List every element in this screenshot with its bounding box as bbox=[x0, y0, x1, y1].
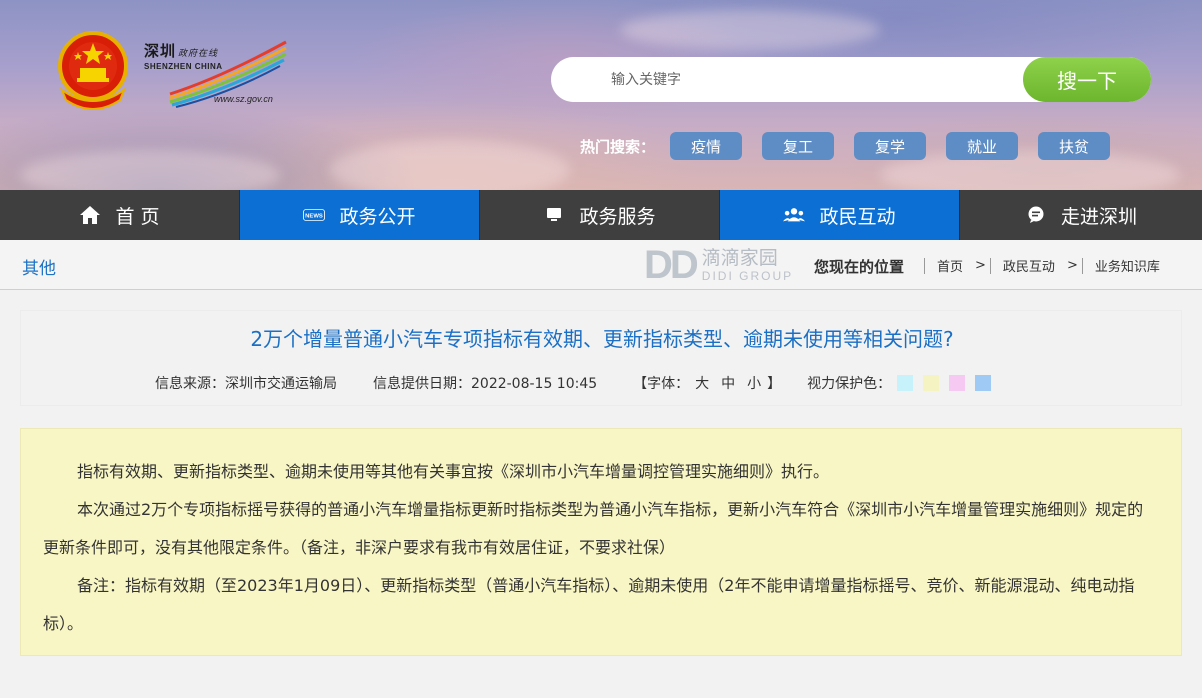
article-title: 2万个增量普通小汽车专项指标有效期、更新指标类型、逾期未使用等相关问题? bbox=[250, 327, 954, 351]
article-paragraph: 指标有效期、更新指标类型、逾期未使用等其他有关事宜按《深圳市小汽车增量调控管理实… bbox=[77, 462, 830, 481]
breadcrumb-separator: > bbox=[1066, 258, 1078, 273]
site-header: 深圳政府在线 SHENZHEN CHINA www.sz.gov.cn 搜一下 … bbox=[0, 0, 1202, 190]
eye-care-label: 视力保护色： bbox=[807, 376, 892, 392]
hot-search-tag[interactable]: 扶贫 bbox=[1038, 132, 1111, 160]
search-button[interactable]: 搜一下 bbox=[1023, 57, 1151, 102]
watermark-text: 滴滴家园 DIDI GROUP bbox=[701, 246, 794, 283]
divider bbox=[989, 257, 991, 274]
breadcrumb-knowledge-base[interactable]: 业务知识库 bbox=[1089, 256, 1166, 275]
font-size-medium[interactable]: 中 bbox=[721, 373, 735, 393]
nav-item-label: 走进深圳 bbox=[1060, 205, 1137, 228]
font-size-large[interactable]: 大 bbox=[695, 373, 709, 393]
chat-icon bbox=[1025, 204, 1047, 226]
home-icon bbox=[79, 204, 101, 226]
monitor-icon bbox=[543, 204, 565, 226]
cloud-decoration bbox=[620, 10, 880, 50]
site-logo[interactable]: 深圳 政府在线 SHENZHEN CHINA www.sz.gov.cn bbox=[140, 38, 290, 108]
nav-item-label: 政民互动 bbox=[819, 205, 896, 228]
nav-item-gov-affairs[interactable]: NEWS 政务公开 bbox=[240, 190, 480, 240]
nav-item-label: 政务公开 bbox=[339, 205, 416, 228]
breadcrumb-separator: > bbox=[975, 258, 986, 273]
nav-item-label: 政务服务 bbox=[579, 205, 656, 228]
article-meta: 信息来源：深圳市交通运输局 信息提供日期：2022-08-15 10:45 【字… bbox=[155, 373, 1001, 393]
article-paragraph: 备注：指标有效期（至2023年1月09日）、更新指标类型（普通小汽车指标）、逾期… bbox=[43, 576, 1135, 633]
national-emblem-icon bbox=[56, 30, 130, 110]
logo-cn-name: 深圳 政府在线 bbox=[144, 42, 219, 60]
eye-care-swatches bbox=[897, 375, 1001, 391]
people-icon bbox=[783, 204, 806, 226]
search-box: 搜一下 bbox=[551, 57, 1151, 102]
eye-care-swatch[interactable] bbox=[923, 375, 940, 391]
article-source: 信息来源：深圳市交通运输局 bbox=[155, 376, 337, 392]
article-header: 2万个增量普通小汽车专项指标有效期、更新指标类型、逾期未使用等相关问题? 信息来… bbox=[20, 310, 1182, 406]
watermark-en: DIDI GROUP bbox=[701, 268, 794, 283]
cloud-decoration bbox=[20, 150, 280, 190]
svg-text:NEWS: NEWS bbox=[306, 214, 324, 220]
font-size-close: 】 bbox=[767, 376, 782, 392]
news-icon: NEWS bbox=[303, 204, 326, 226]
article-date: 信息提供日期：2022-08-15 10:45 bbox=[373, 376, 598, 392]
eye-care-swatch[interactable] bbox=[949, 375, 966, 391]
location-label: 您现在的位置 bbox=[814, 258, 905, 276]
nav-item-gov-services[interactable]: 政务服务 bbox=[480, 190, 720, 240]
font-size-small[interactable]: 小 bbox=[747, 373, 761, 393]
breadcrumb-bar: 其他 DD 滴滴家园 DIDI GROUP 您现在的位置 首页 > 政民互动 >… bbox=[0, 240, 1202, 290]
nav-item-home[interactable]: 首 页 bbox=[0, 190, 240, 240]
logo-cn-sub: 政府在线 bbox=[178, 49, 219, 59]
breadcrumb-interaction[interactable]: 政民互动 bbox=[997, 256, 1061, 275]
nav-item-about-shenzhen[interactable]: 走进深圳 bbox=[960, 190, 1202, 240]
article-content: 指标有效期、更新指标类型、逾期未使用等其他有关事宜按《深圳市小汽车增量调控管理实… bbox=[20, 428, 1182, 656]
watermark-logo: DD 滴滴家园 DIDI GROUP bbox=[644, 244, 793, 286]
font-size-label: 【字体： bbox=[633, 376, 690, 392]
watermark-mark: DD bbox=[644, 243, 699, 287]
divider bbox=[1081, 257, 1083, 274]
hot-search-tag[interactable]: 就业 bbox=[946, 132, 1019, 160]
font-size-control: 【字体： 大 中 小 】 bbox=[633, 373, 781, 393]
main-nav: 首 页 NEWS 政务公开 政务服务 政民互动 走进深圳 bbox=[0, 190, 1202, 240]
hot-search: 热门搜索： 疫情 复工 复学 就业 扶贫 bbox=[580, 132, 1130, 160]
breadcrumb-home[interactable]: 首页 bbox=[931, 256, 969, 275]
nav-item-label: 首 页 bbox=[115, 205, 160, 228]
logo-en-name: SHENZHEN CHINA bbox=[144, 62, 223, 71]
cloud-decoration bbox=[330, 140, 570, 190]
nav-item-interaction[interactable]: 政民互动 bbox=[720, 190, 960, 240]
hot-search-tag[interactable]: 复学 bbox=[854, 132, 927, 160]
breadcrumb: 首页 > 政民互动 > 业务知识库 bbox=[924, 256, 1166, 275]
logo-url: www.sz.gov.cn bbox=[214, 94, 273, 104]
eye-care-swatch[interactable] bbox=[897, 375, 914, 391]
search-input[interactable] bbox=[581, 57, 1011, 102]
divider bbox=[924, 257, 925, 274]
watermark-cn: 滴滴家园 bbox=[701, 246, 778, 269]
hot-search-tag[interactable]: 疫情 bbox=[670, 132, 743, 160]
section-title[interactable]: 其他 bbox=[22, 254, 56, 279]
eye-care-swatch[interactable] bbox=[975, 375, 992, 391]
hot-search-tag[interactable]: 复工 bbox=[762, 132, 835, 160]
hot-search-label: 热门搜索： bbox=[580, 137, 656, 156]
article-paragraph: 本次通过2万个专项指标摇号获得的普通小汽车增量指标更新时指标类型为普通小汽车指标… bbox=[43, 500, 1144, 557]
